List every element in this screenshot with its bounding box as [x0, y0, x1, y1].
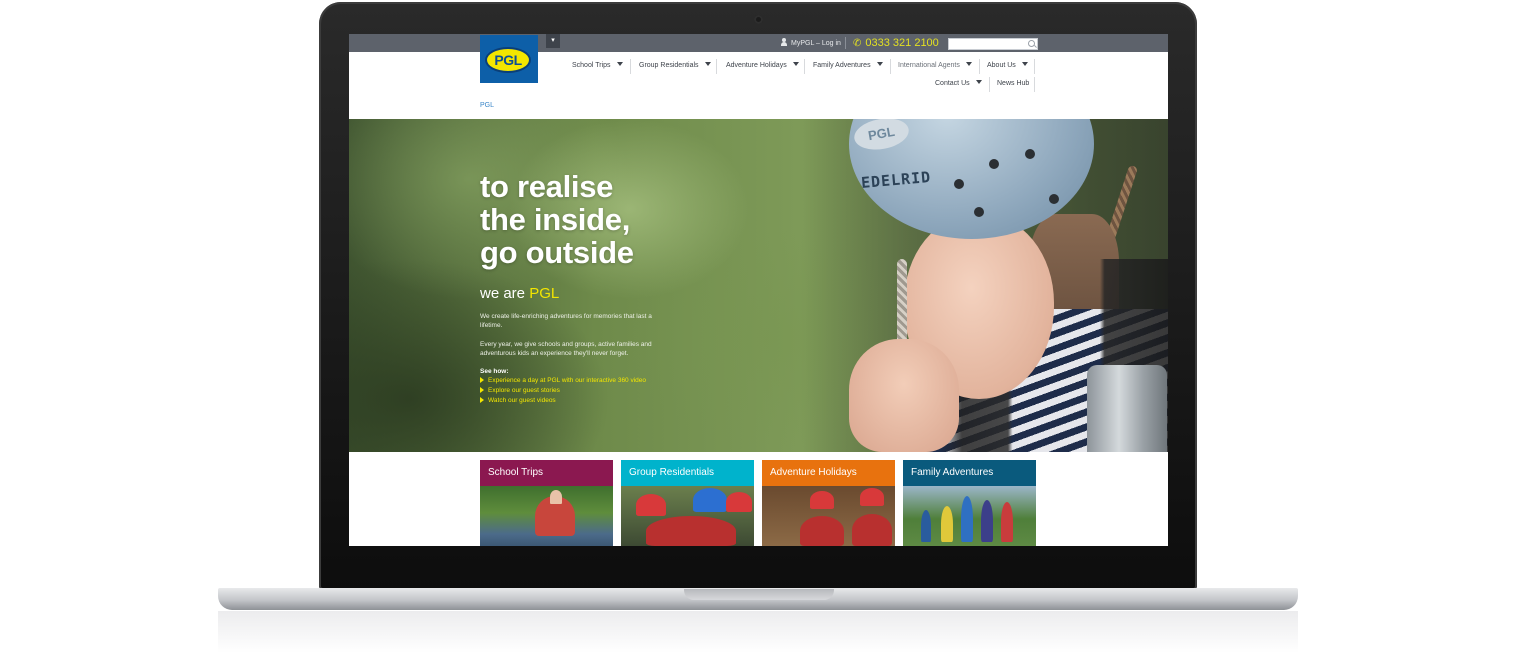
- search-icon[interactable]: [1028, 40, 1035, 47]
- play-arrow-icon: [480, 397, 484, 403]
- nav-divider: [890, 59, 891, 74]
- chevron-down-icon: [965, 62, 972, 66]
- nav-item-international-agents[interactable]: International Agents: [898, 58, 972, 74]
- nav-item-label: Contact Us: [935, 80, 970, 87]
- nav-divider: [716, 59, 717, 74]
- play-arrow-icon: [480, 377, 484, 383]
- tile-family-adventures[interactable]: Family Adventures: [903, 460, 1036, 546]
- tile-title: Adventure Holidays: [762, 460, 895, 486]
- search-input[interactable]: [948, 38, 1038, 50]
- tile-image-person: [1001, 502, 1013, 542]
- tile-school-trips[interactable]: School Trips: [480, 460, 613, 546]
- tile-adventure-holidays[interactable]: Adventure Holidays: [762, 460, 895, 546]
- hero-link-360-video[interactable]: Experience a day at PGL with our interac…: [480, 377, 646, 384]
- nav-item-group-residentials[interactable]: Group Residentials: [639, 58, 711, 74]
- nav-item-school-trips[interactable]: School Trips: [572, 58, 623, 74]
- nav-divider: [804, 59, 805, 74]
- nav-divider: [989, 77, 990, 92]
- tile-image: [903, 486, 1036, 546]
- hero-headline: to realise the inside, go outside: [480, 169, 634, 270]
- tile-image-person: [961, 496, 973, 542]
- helmet-vent: [974, 207, 984, 217]
- phone-icon: ✆: [853, 38, 862, 49]
- laptop-notch: [684, 589, 834, 600]
- helmet-vent: [1025, 149, 1035, 159]
- nav-item-news-hub[interactable]: News Hub: [997, 76, 1029, 92]
- tile-image-person: [981, 500, 993, 542]
- language-toggle-button[interactable]: ▾: [546, 34, 560, 48]
- tile-image-person: [921, 510, 931, 542]
- browser-screen: ▾ MyPGL – Log in ✆ 0333 321 2100 PGL Scho…: [349, 34, 1168, 546]
- hero-link-label: Watch our guest videos: [488, 397, 556, 404]
- hero-paragraph: Every year, we give schools and groups, …: [480, 341, 652, 357]
- tile-image-person: [550, 490, 562, 504]
- phone-number: 0333 321 2100: [865, 37, 939, 49]
- helmet-vent: [954, 179, 964, 189]
- helmet-vent: [1049, 194, 1059, 204]
- utility-bar: ▾ MyPGL – Log in ✆ 0333 321 2100: [349, 34, 1168, 52]
- tile-image-helmet: [860, 488, 884, 506]
- hero-link-label: Experience a day at PGL with our interac…: [488, 377, 647, 384]
- mypgl-login-label: MyPGL – Log in: [791, 40, 841, 47]
- laptop-reflection: [218, 611, 1298, 653]
- tile-image-lifejacket: [800, 516, 844, 546]
- chevron-down-icon: [704, 62, 711, 66]
- hero-paragraph: We create life-enriching adventures for …: [480, 313, 652, 329]
- tile-title: School Trips: [480, 460, 613, 486]
- hero-subhead: we are PGL: [480, 285, 559, 302]
- nav-item-label: News Hub: [997, 80, 1030, 87]
- nav-divider: [1034, 77, 1035, 92]
- hero-banner: PGL EDELRID to realise the inside, go ou…: [349, 119, 1168, 452]
- nav-item-contact-us[interactable]: Contact Us: [935, 76, 982, 92]
- mypgl-login-link[interactable]: MyPGL – Log in: [781, 38, 841, 48]
- chevron-down-icon: [616, 62, 623, 66]
- pgl-logo-text: PGL: [485, 47, 531, 73]
- nav-item-family-adventures[interactable]: Family Adventures: [813, 58, 883, 74]
- chevron-down-icon: [792, 62, 799, 66]
- nav-divider: [630, 59, 631, 74]
- tile-title: Group Residentials: [621, 460, 754, 486]
- chevron-down-icon: [1021, 62, 1028, 66]
- hero-photo-canister: [1087, 365, 1167, 452]
- tile-image: [621, 486, 754, 546]
- nav-item-adventure-holidays[interactable]: Adventure Holidays: [726, 58, 799, 74]
- tile-image: [762, 486, 895, 546]
- helmet-vent: [989, 159, 999, 169]
- tile-group-residentials[interactable]: Group Residentials: [621, 460, 754, 546]
- nav-item-label: About Us: [987, 62, 1016, 69]
- tile-image-helmet: [810, 491, 834, 509]
- tile-image-lifejackets: [646, 516, 736, 546]
- hero-subhead-prefix: we are: [480, 285, 530, 302]
- hero-subhead-brand: PGL: [529, 285, 560, 302]
- nav-item-label: Family Adventures: [813, 62, 871, 69]
- chevron-down-icon: [876, 62, 883, 66]
- nav-divider: [1034, 59, 1035, 74]
- tile-image: [480, 486, 613, 546]
- see-how-label: See how:: [480, 368, 509, 375]
- pgl-logo[interactable]: PGL: [480, 35, 538, 83]
- hero-link-guest-stories[interactable]: Explore our guest stories: [480, 387, 560, 394]
- chevron-down-icon: [975, 80, 982, 84]
- hero-link-label: Explore our guest stories: [488, 387, 560, 394]
- tile-image-helmet: [636, 494, 666, 516]
- tile-image-person: [941, 506, 953, 542]
- camera-icon: [754, 15, 763, 24]
- nav-item-about-us[interactable]: About Us: [987, 58, 1028, 74]
- user-icon: [781, 38, 787, 46]
- nav-item-label: Adventure Holidays: [726, 62, 787, 69]
- hero-link-guest-videos[interactable]: Watch our guest videos: [480, 397, 556, 404]
- play-arrow-icon: [480, 387, 484, 393]
- nav-item-label: Group Residentials: [639, 62, 699, 69]
- nav-item-label: School Trips: [572, 62, 611, 69]
- tile-title: Family Adventures: [903, 460, 1036, 486]
- breadcrumb[interactable]: PGL: [480, 102, 494, 109]
- tile-image-helmet: [693, 488, 727, 512]
- nav-divider: [979, 59, 980, 74]
- phone-number-link[interactable]: ✆ 0333 321 2100: [853, 36, 939, 51]
- hero-photo-hand: [849, 339, 959, 452]
- tile-image-lifejacket: [852, 514, 892, 546]
- tile-image-helmet: [726, 492, 752, 512]
- divider: [845, 37, 846, 49]
- nav-item-label: International Agents: [898, 62, 960, 69]
